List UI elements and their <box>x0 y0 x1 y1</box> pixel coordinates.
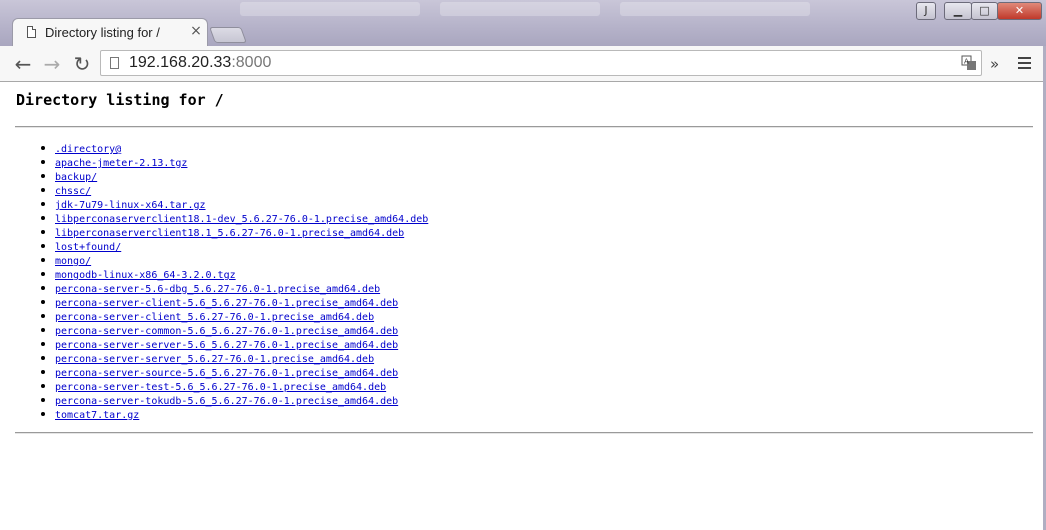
list-item: apache-jmeter-2.13.tgz <box>40 154 428 169</box>
page-icon <box>110 57 119 69</box>
list-item: percona-server-tokudb-5.6_5.6.27-76.0-1.… <box>40 392 428 407</box>
list-item: tomcat7.tar.gz <box>40 406 428 421</box>
window-titlebar[interactable]: Directory listing for / × J ▁ □ ✕ <box>0 0 1046 46</box>
tab-title: Directory listing for / <box>45 25 160 40</box>
list-item: percona-server-client_5.6.27-76.0-1.prec… <box>40 308 428 323</box>
list-item: libperconaserverclient18.1_5.6.27-76.0-1… <box>40 224 428 239</box>
page-icon <box>27 26 36 38</box>
browser-toolbar: ← → ↻ 192.168.20.33:8000 A » <box>0 46 1046 82</box>
list-item: jdk-7u79-linux-x64.tar.gz <box>40 196 428 211</box>
list-item: percona-server-server-5.6_5.6.27-76.0-1.… <box>40 336 428 351</box>
hamburger-menu-icon[interactable] <box>1016 54 1034 74</box>
page-title: Directory listing for / <box>16 91 224 109</box>
minimize-button[interactable]: ▁ <box>944 2 972 20</box>
list-item: .directory@ <box>40 140 428 155</box>
translate-icon[interactable]: A <box>961 55 977 71</box>
list-item: percona-server-source-5.6_5.6.27-76.0-1.… <box>40 364 428 379</box>
url-port: :8000 <box>231 54 272 71</box>
page-content: Directory listing for / .directory@ apac… <box>0 82 1046 530</box>
maximize-button[interactable]: □ <box>971 2 998 20</box>
background-window-ghost <box>440 2 600 16</box>
list-item: chssc/ <box>40 182 428 197</box>
list-item: mongo/ <box>40 252 428 267</box>
forward-button[interactable]: → <box>40 52 64 76</box>
new-tab-button[interactable] <box>209 27 247 43</box>
file-link[interactable]: tomcat7.tar.gz <box>55 410 139 421</box>
extensions-overflow-button[interactable]: » <box>990 55 999 73</box>
divider <box>15 126 1033 128</box>
list-item: libperconaserverclient18.1-dev_5.6.27-76… <box>40 210 428 225</box>
url-text[interactable]: 192.168.20.33:8000 <box>129 54 271 72</box>
back-button[interactable]: ← <box>11 52 35 76</box>
list-item: percona-server-test-5.6_5.6.27-76.0-1.pr… <box>40 378 428 393</box>
list-item: lost+found/ <box>40 238 428 253</box>
list-item: mongodb-linux-x86_64-3.2.0.tgz <box>40 266 428 281</box>
background-window-ghost <box>240 2 420 16</box>
user-profile-button[interactable]: J <box>916 2 936 20</box>
background-window-ghost <box>620 2 810 16</box>
close-icon[interactable]: × <box>189 23 203 39</box>
list-item: percona-server-common-5.6_5.6.27-76.0-1.… <box>40 322 428 337</box>
address-bar[interactable]: 192.168.20.33:8000 A <box>100 50 982 76</box>
url-host: 192.168.20.33 <box>129 54 232 71</box>
svg-text:A: A <box>964 58 969 66</box>
window-close-button[interactable]: ✕ <box>997 2 1042 20</box>
list-item: backup/ <box>40 168 428 183</box>
list-item: percona-server-server_5.6.27-76.0-1.prec… <box>40 350 428 365</box>
reload-button[interactable]: ↻ <box>70 52 94 76</box>
divider <box>15 432 1033 434</box>
tab-directory-listing[interactable]: Directory listing for / × <box>12 18 208 46</box>
list-item: percona-server-5.6-dbg_5.6.27-76.0-1.pre… <box>40 280 428 295</box>
list-item: percona-server-client-5.6_5.6.27-76.0-1.… <box>40 294 428 309</box>
directory-listing: .directory@ apache-jmeter-2.13.tgz backu… <box>40 140 428 421</box>
